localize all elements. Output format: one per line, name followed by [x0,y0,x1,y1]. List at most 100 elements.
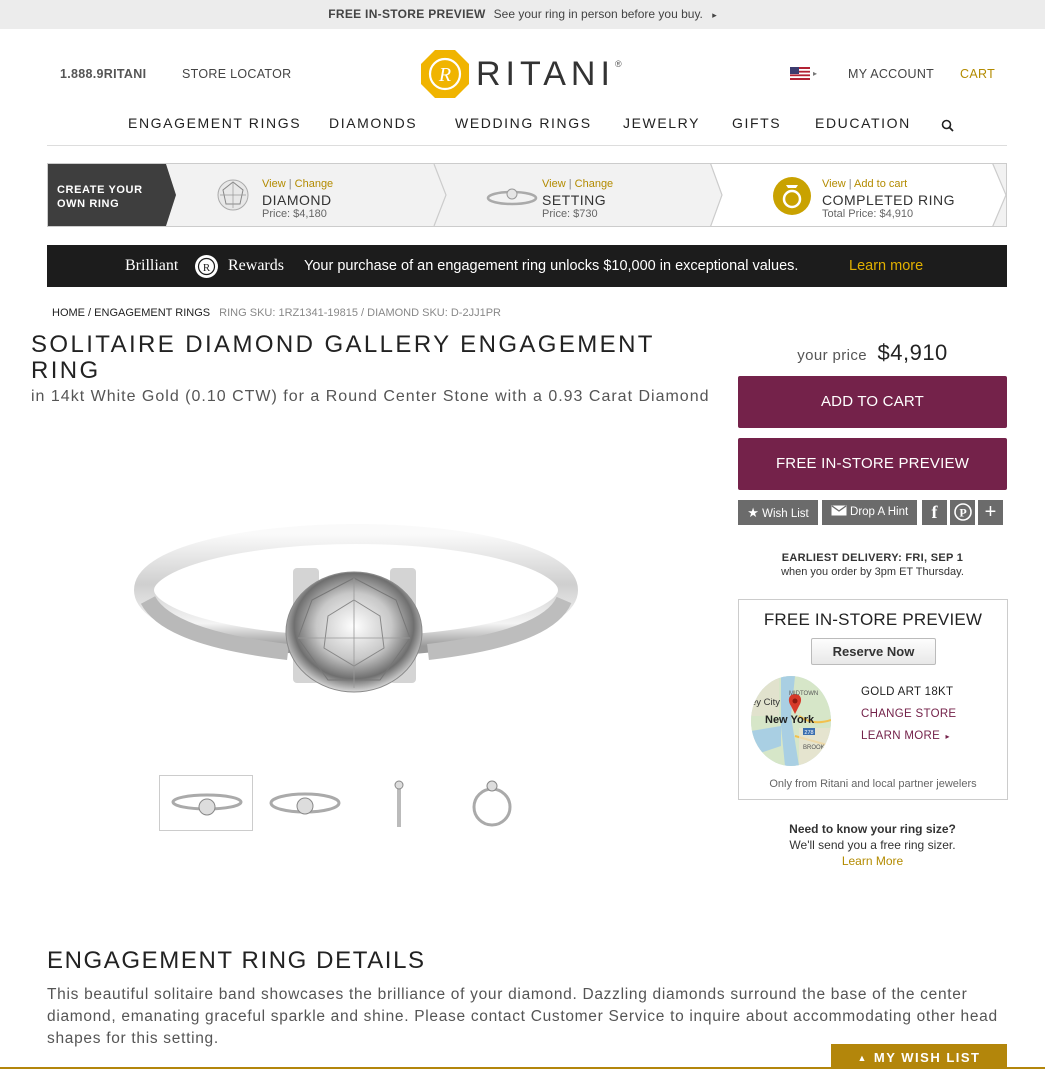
step-diamond[interactable]: View | Change DIAMOND Price: $4,180 [216,176,426,220]
drop-a-hint-button[interactable]: Drop A Hint [822,500,917,525]
more-share-button[interactable]: + [978,500,1003,525]
svg-text:R: R [203,262,211,274]
my-account-link[interactable]: MY ACCOUNT [848,67,934,81]
brilliant-rewards-banner[interactable]: Brilliant R Rewards Your purchase of an … [47,245,1007,287]
thumbnail-1[interactable] [159,775,253,831]
thumbnail-ring-profile-image [472,780,512,827]
svg-text:R: R [438,64,451,86]
setting-step-title: SETTING [542,192,607,208]
map-image: New York ey City MIDTOWN BROOKL 278 [751,676,831,766]
promo-text: See your ring in person before you buy. [493,7,703,21]
delivery-note: when you order by 3pm ET Thursday. [781,566,964,578]
step-completed-ring[interactable]: View | Add to cart COMPLETED RING Total … [772,176,992,220]
star-icon: ★ [747,505,759,520]
wish-list-label: Wish List [762,508,809,520]
diamond-icon [217,179,249,211]
thumbnail-ring-side-image [394,780,404,827]
thumbnail-ring-front-image [171,793,243,816]
nav-jewelry[interactable]: JEWELRY [623,115,700,131]
thumbnail-3[interactable] [371,775,465,831]
plus-icon: + [984,501,997,523]
map-label-jersey: ey City [751,697,780,708]
svg-text:P: P [959,506,966,520]
wish-tab-arrow-icon: ▲ [857,1053,868,1063]
rewards-brand-right: Rewards [228,257,284,274]
product-title: SOLITAIRE DIAMOND GALLERY ENGAGEMENT RIN… [31,331,655,384]
ritani-logo[interactable]: R RITANI ® [420,49,622,99]
change-store-link[interactable]: CHANGE STORE [861,708,956,720]
breadcrumb-home[interactable]: HOME [52,307,85,319]
map-label-midtown: MIDTOWN [789,691,818,697]
free-in-store-preview-button[interactable]: FREE IN-STORE PREVIEW [738,438,1007,490]
brand-name: RITANI [476,54,615,93]
country-flag-selector[interactable]: ▸ [790,67,817,80]
ring-builder-steps: CREATE YOUR OWN RING View | Change DIAMO… [47,163,1007,227]
completed-link-sep: | [845,178,855,190]
diamond-change-link[interactable]: Change [295,178,334,190]
diamond-step-title: DIAMOND [262,192,332,208]
ring-size-learn-more-link[interactable]: Learn More [738,853,1007,869]
thumbnail-2[interactable] [265,775,359,831]
diamond-view-link[interactable]: View [262,178,286,190]
cart-link[interactable]: CART [960,67,995,81]
wish-list-button[interactable]: ★ Wish List [738,500,818,525]
setting-step-price: Price: $730 [542,208,598,220]
completed-add-to-cart-link[interactable]: Add to cart [854,178,907,190]
promo-bar[interactable]: FREE IN-STORE PREVIEW See your ring in pe… [0,0,1045,29]
setting-ring-icon [486,188,538,206]
registered-mark: ® [614,59,622,69]
price-value: $4,910 [877,340,948,365]
product-main-image[interactable] [128,520,583,740]
pinterest-share-button[interactable]: P [950,500,975,525]
ring-size-title: Need to know your ring size? [789,822,956,836]
facebook-share-button[interactable]: f [922,500,947,525]
setting-view-link[interactable]: View [542,178,566,190]
rewards-badge-icon: R [195,255,218,278]
nav-engagement-rings[interactable]: ENGAGEMENT RINGS [128,115,301,131]
setting-change-link[interactable]: Change [575,178,614,190]
nav-diamonds[interactable]: DIAMONDS [329,115,417,131]
store-name: GOLD ART 18KT [861,686,954,698]
rewards-learn-more-link[interactable]: Learn more [849,258,923,274]
breadcrumb-engagement-rings[interactable]: ENGAGEMENT RINGS [94,307,210,319]
learn-more-arrow-icon: ▸ [945,732,950,741]
ring-icon [773,177,811,215]
setting-link-sep: | [565,178,575,190]
store-map[interactable]: New York ey City MIDTOWN BROOKL 278 [751,676,831,766]
nav-education[interactable]: EDUCATION [815,115,911,131]
my-wish-list-tab[interactable]: ▲ MY WISH LIST [831,1044,1007,1069]
step-setting[interactable]: View | Change SETTING Price: $730 [486,176,696,220]
phone-number[interactable]: 1.888.9RITANI [60,67,146,81]
price-block: your price $4,910 [738,340,1007,366]
completed-step-price: Total Price: $4,910 [822,208,914,220]
completed-view-link[interactable]: View [822,178,846,190]
pinterest-icon: P [953,503,972,521]
store-learn-more-link[interactable]: LEARN MORE ▸ [861,730,950,742]
nav-gifts[interactable]: GIFTS [732,115,781,131]
breadcrumb-sep: / [85,307,95,319]
map-label-city: New York [765,714,815,726]
map-label-brooklyn: BROOKL [803,745,829,751]
flag-icon [790,67,810,80]
thumbnail-ring-angle-image [269,792,341,815]
reserve-now-button[interactable]: Reserve Now [811,638,936,665]
rewards-text: Your purchase of an engagement ring unlo… [304,258,799,274]
price-label: your price [797,347,868,364]
ring-size-info: Need to know your ring size? We'll send … [738,821,1007,869]
nav-wedding-rings[interactable]: WEDDING RINGS [455,115,592,131]
thumbnail-4[interactable] [459,775,553,831]
nav-divider [47,145,1007,146]
delivery-title: EARLIEST DELIVERY: FRI, SEP 1 [781,552,964,564]
rewards-brand-left: Brilliant [125,257,179,274]
facebook-icon: f [931,502,938,522]
store-locator-link[interactable]: STORE LOCATOR [182,67,291,81]
ring-size-text: We'll send you a free ring sizer. [789,838,956,852]
site-header: 1.888.9RITANI STORE LOCATOR R RITANI ® ▸… [0,29,1045,119]
delivery-info: EARLIEST DELIVERY: FRI, SEP 1 when you o… [738,551,1007,579]
details-heading: ENGAGEMENT RING DETAILS [47,947,426,974]
logo-emblem-icon: R [421,50,469,98]
search-icon[interactable] [941,119,954,132]
details-body: This beautiful solitaire band showcases … [47,986,998,1047]
store-preview-box: FREE IN-STORE PREVIEW Reserve Now New Yo… [738,599,1008,800]
add-to-cart-button[interactable]: ADD TO CART [738,376,1007,428]
